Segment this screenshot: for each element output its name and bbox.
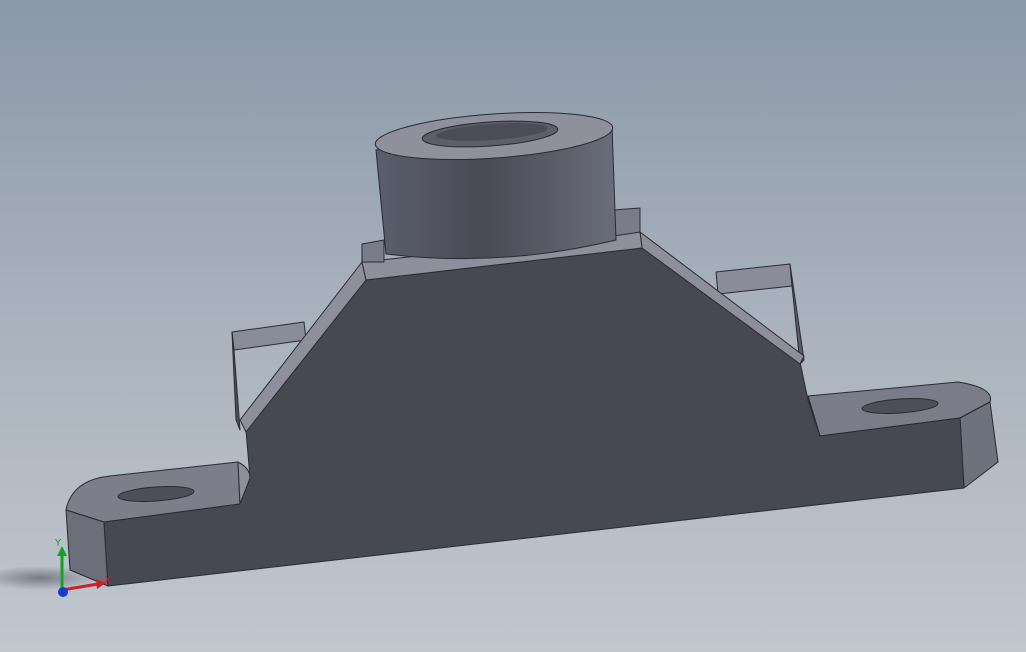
triad-y-label: Y — [54, 538, 62, 549]
triad-x-label: X — [104, 575, 111, 586]
bracket-part[interactable] — [65, 207, 999, 587]
right-flange-side — [959, 401, 999, 489]
cylinder-boss[interactable] — [374, 106, 617, 260]
right-upper-face — [613, 207, 641, 237]
model-canvas[interactable]: Y X — [0, 0, 1026, 652]
graphics-viewport[interactable]: Y X — [0, 0, 1026, 652]
left-rib-cap — [231, 321, 307, 351]
right-rib-cap — [715, 263, 793, 295]
left-upper-face — [361, 239, 385, 263]
triad-z-axis — [58, 587, 68, 597]
